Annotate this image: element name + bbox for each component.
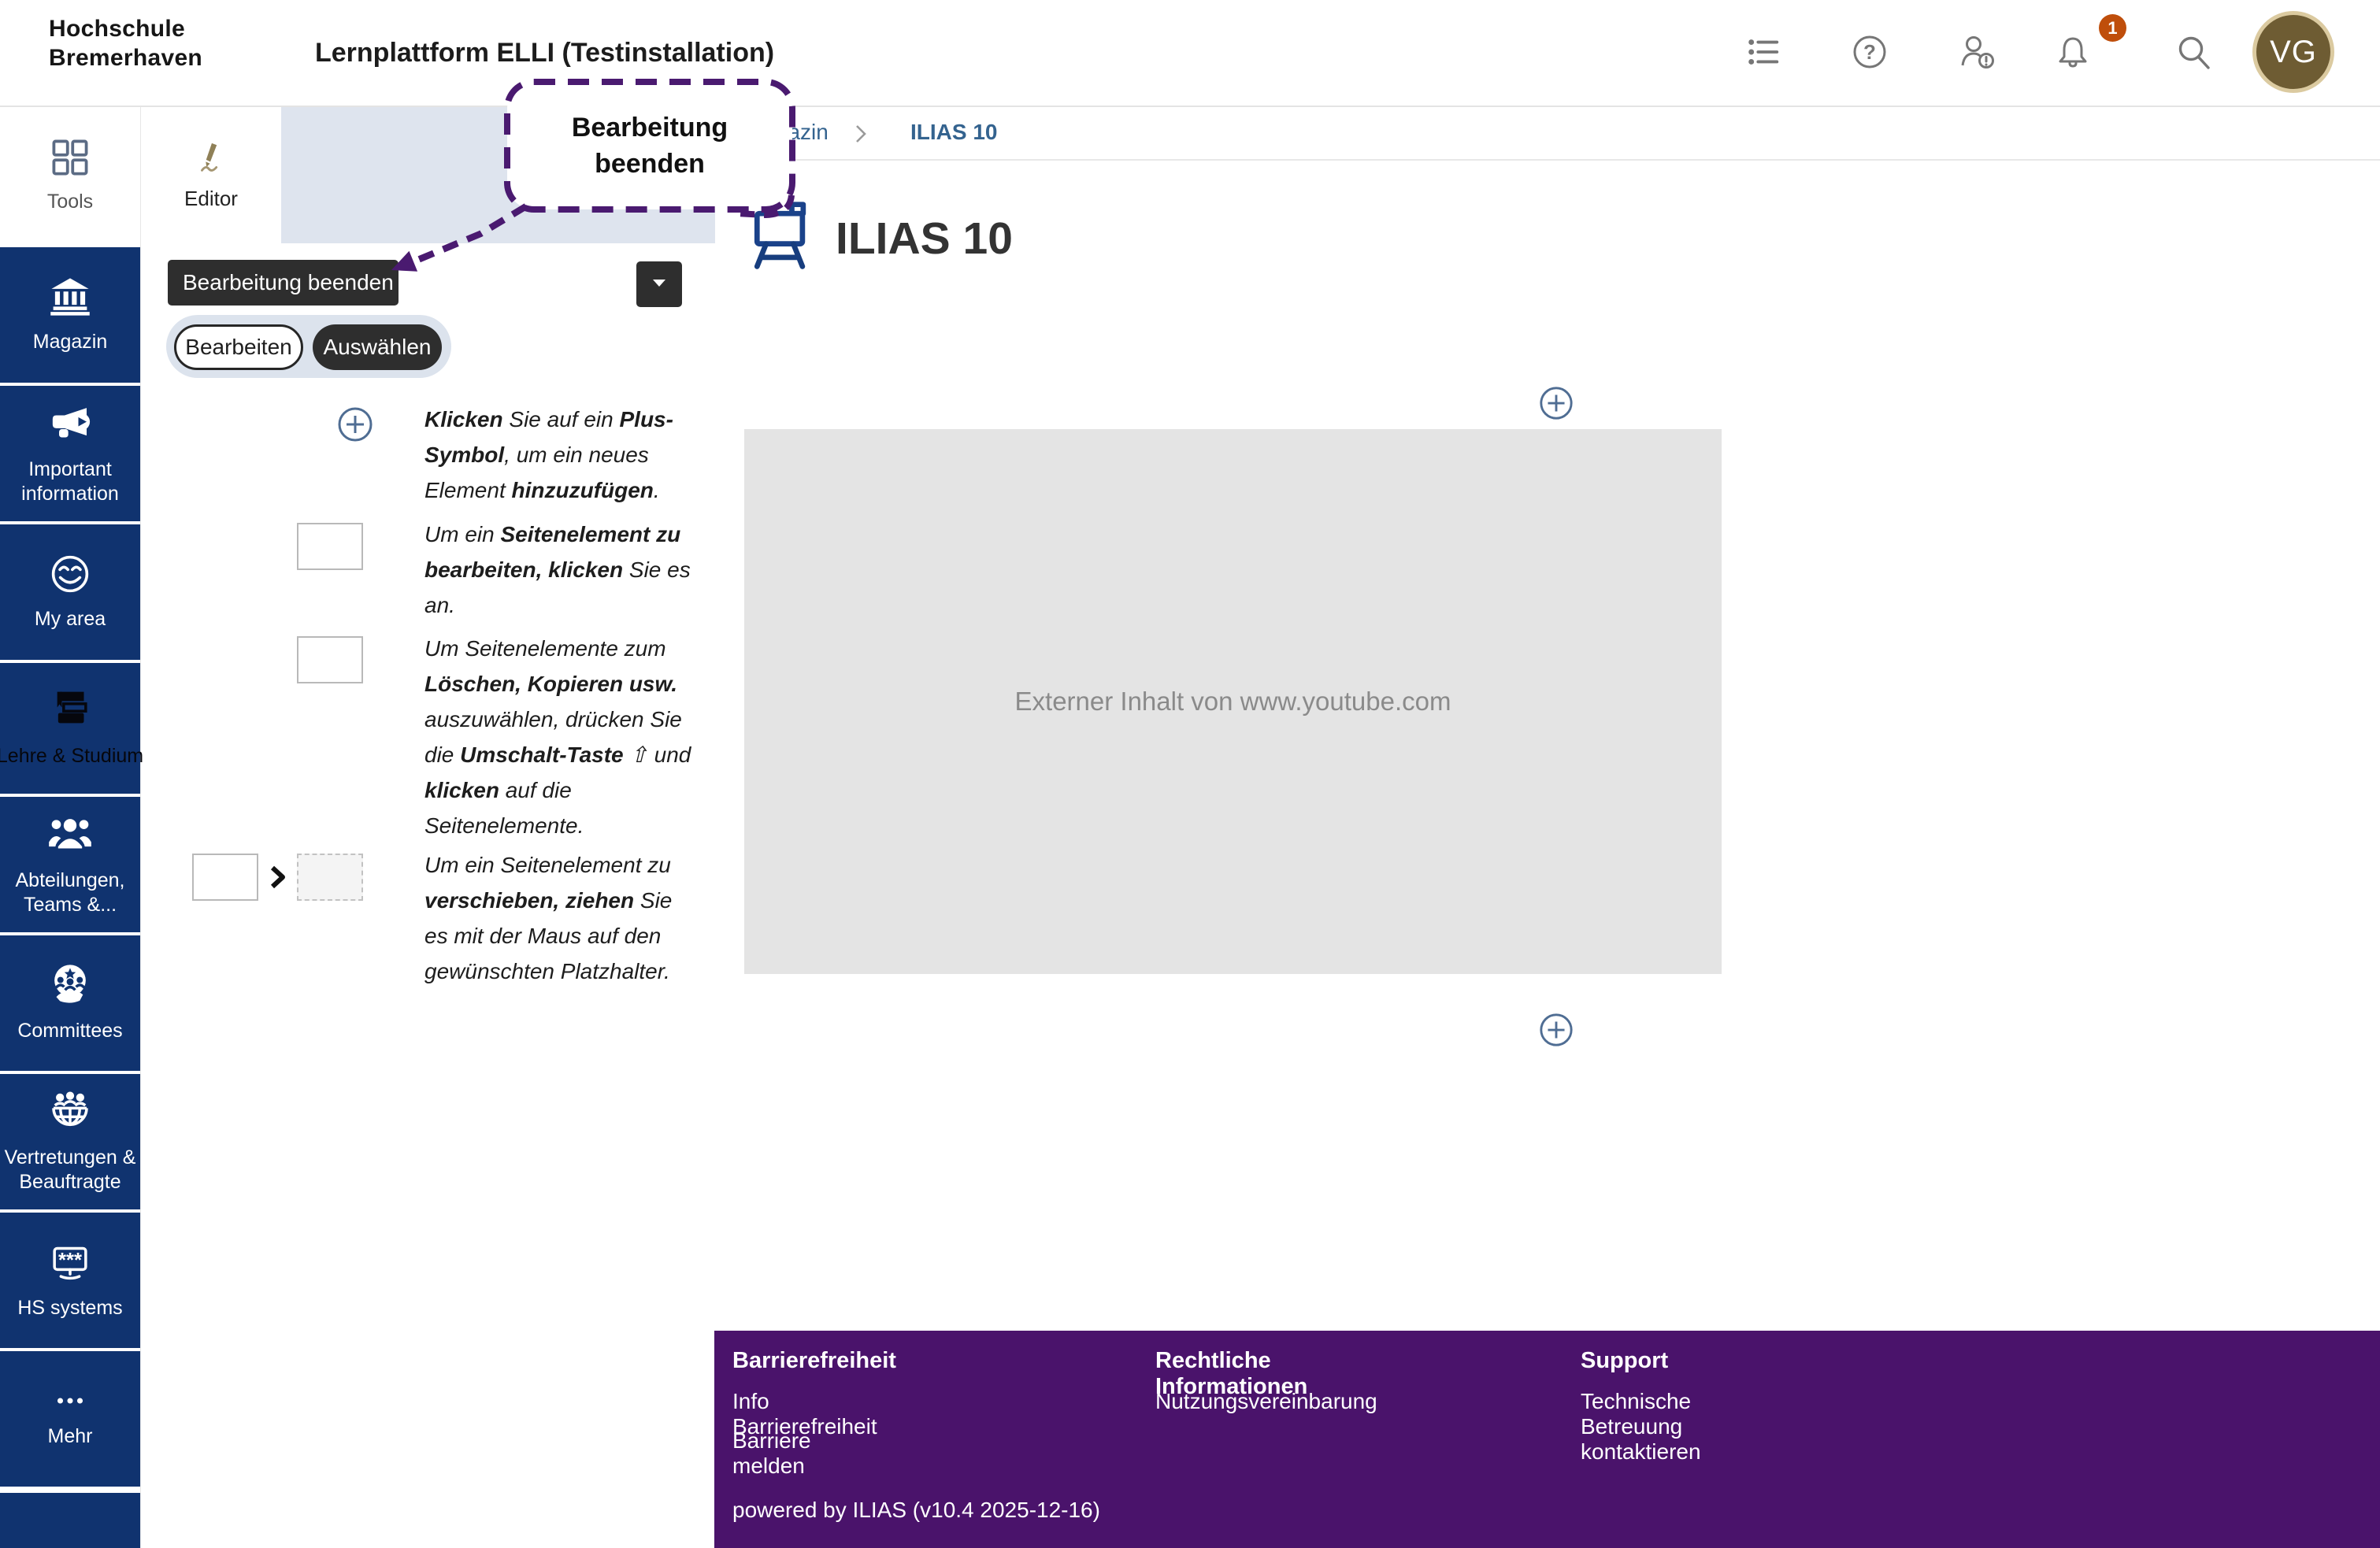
help-text: Klicken Sie auf ein Plus-Symbol, um ein … bbox=[424, 402, 699, 508]
sidebar-item-lehre-studium[interactable]: Lehre & Studium bbox=[0, 663, 140, 794]
sidebar-item-label: Important information bbox=[0, 457, 140, 506]
edit-mode-toggle: Bearbeiten Auswählen bbox=[166, 315, 451, 378]
finish-editing-button[interactable]: Bearbeitung beenden bbox=[168, 260, 399, 306]
footer-link-technische-betreuung[interactable]: Technische Betreuung kontaktieren bbox=[1581, 1389, 1701, 1465]
sidebar-filler bbox=[0, 1493, 140, 1548]
sidebar-item-mehr[interactable]: Mehr bbox=[0, 1351, 140, 1487]
callout-line1: Bearbeitung bbox=[572, 109, 728, 146]
callout-line2: beenden bbox=[595, 146, 705, 182]
mode-edit-button[interactable]: Bearbeiten bbox=[174, 324, 303, 370]
footer-link-barriere-melden[interactable]: Barriere melden bbox=[732, 1428, 811, 1479]
grid-icon bbox=[50, 137, 91, 182]
pen-icon bbox=[193, 140, 229, 180]
breadcrumb: Magazin ILIAS 10 bbox=[715, 106, 2380, 161]
sidebar-item-label: Committees bbox=[17, 1019, 122, 1043]
search-icon[interactable] bbox=[2174, 33, 2212, 71]
avatar[interactable]: VG bbox=[2252, 11, 2334, 93]
page-element-box-icon bbox=[297, 523, 363, 570]
sidebar-item-label: Magazin bbox=[33, 330, 108, 354]
people-icon bbox=[48, 813, 92, 861]
easel-icon bbox=[749, 198, 814, 278]
list-icon[interactable] bbox=[1745, 33, 1783, 71]
svg-text:?: ? bbox=[1863, 40, 1876, 64]
sidebar-item-label: Vertretungen & Beauftragte bbox=[0, 1146, 140, 1194]
editor-panel: Editor Bearbeitung beenden Bearbeiten Au… bbox=[140, 107, 715, 1548]
sidebar-item-label: Mehr bbox=[48, 1424, 93, 1449]
sidebar-item-label: Abteilungen, Teams &... bbox=[0, 868, 140, 917]
page-title: ILIAS 10 bbox=[836, 213, 1013, 265]
sidebar-item-hs-systems[interactable]: *** HS systems bbox=[0, 1213, 140, 1348]
megaphone-icon bbox=[48, 402, 92, 450]
sidebar-item-label: HS systems bbox=[17, 1296, 122, 1320]
user-status-icon[interactable] bbox=[1959, 33, 1996, 71]
sidebar-item-label: My area bbox=[35, 607, 106, 631]
sidebar: Tools Magazin Important information My a… bbox=[0, 107, 140, 1548]
footer-link-nutzungsvereinbarung[interactable]: Nutzungsvereinbarung bbox=[1155, 1389, 1377, 1414]
external-content-text: Externer Inhalt von www.youtube.com bbox=[1015, 687, 1451, 717]
mode-select-button[interactable]: Auswählen bbox=[313, 324, 442, 370]
sidebar-item-abteilungen-teams[interactable]: Abteilungen, Teams &... bbox=[0, 797, 140, 932]
sidebar-item-tools[interactable]: Tools bbox=[0, 107, 140, 244]
add-element-button-bottom[interactable] bbox=[1538, 1012, 1574, 1048]
logo[interactable]: Hochschule Bremerhaven bbox=[49, 14, 202, 72]
sidebar-item-important-information[interactable]: Important information bbox=[0, 386, 140, 521]
add-element-button-top[interactable] bbox=[1538, 385, 1574, 421]
breadcrumb-item-current[interactable]: ILIAS 10 bbox=[910, 120, 997, 145]
plus-circle-icon bbox=[336, 406, 374, 447]
sidebar-item-my-area[interactable]: My area bbox=[0, 524, 140, 660]
committee-icon bbox=[48, 963, 92, 1011]
footer: Barrierefreiheit Info Barrierefreiheit B… bbox=[714, 1331, 2380, 1548]
header: HochschuleBremerhaven Lernplattform ELLI… bbox=[0, 0, 2380, 107]
notification-badge: 1 bbox=[2099, 14, 2126, 42]
sidebar-item-committees[interactable]: Committees bbox=[0, 935, 140, 1071]
sidebar-item-magazin[interactable]: Magazin bbox=[0, 247, 140, 383]
caret-down-icon bbox=[651, 277, 667, 292]
placeholder-box-icon bbox=[297, 854, 363, 901]
smiley-icon bbox=[49, 553, 91, 599]
logo-line1: Hochschule bbox=[49, 16, 185, 42]
logo-line2: Bremerhaven bbox=[49, 45, 202, 71]
chevron-right-icon bbox=[269, 865, 287, 893]
monitor-icon: *** bbox=[48, 1240, 92, 1288]
page-title-row: ILIAS 10 bbox=[749, 198, 1013, 278]
powered-by-text: powered by ILIAS (v10.4 2025-12-16) bbox=[732, 1498, 1100, 1523]
bell-icon[interactable] bbox=[2054, 33, 2092, 71]
editor-tool-button[interactable]: Editor bbox=[141, 107, 281, 243]
help-text: Um ein Seitenelement zu bearbeiten, klic… bbox=[424, 517, 699, 623]
ellipsis-icon bbox=[50, 1389, 90, 1417]
books-icon bbox=[48, 688, 92, 736]
page-element-box-icon bbox=[192, 854, 258, 901]
footer-column-title: Support bbox=[1581, 1348, 1668, 1374]
sidebar-item-label: Tools bbox=[47, 190, 93, 214]
footer-column-title: Barrierefreiheit bbox=[732, 1348, 896, 1374]
help-text: Um Seitenelemente zum Löschen, Kopieren … bbox=[424, 631, 699, 843]
editor-tool-label: Editor bbox=[184, 187, 238, 211]
chevron-right-icon bbox=[855, 124, 866, 147]
callout-tooltip: Bearbeitung beenden bbox=[506, 81, 793, 210]
globe-people-icon bbox=[48, 1090, 92, 1138]
sidebar-item-label: Lehre & Studium bbox=[0, 744, 143, 768]
sidebar-item-vertretungen-beauftragte[interactable]: Vertretungen & Beauftragte bbox=[0, 1074, 140, 1209]
bank-icon bbox=[49, 276, 91, 322]
dropdown-caret-button[interactable] bbox=[636, 261, 682, 307]
external-content-placeholder[interactable]: Externer Inhalt von www.youtube.com bbox=[744, 429, 1722, 974]
page-element-box-icon bbox=[297, 636, 363, 683]
help-icon[interactable]: ? bbox=[1851, 33, 1889, 71]
help-text: Um ein Seitenelement zu verschieben, zie… bbox=[424, 847, 699, 989]
